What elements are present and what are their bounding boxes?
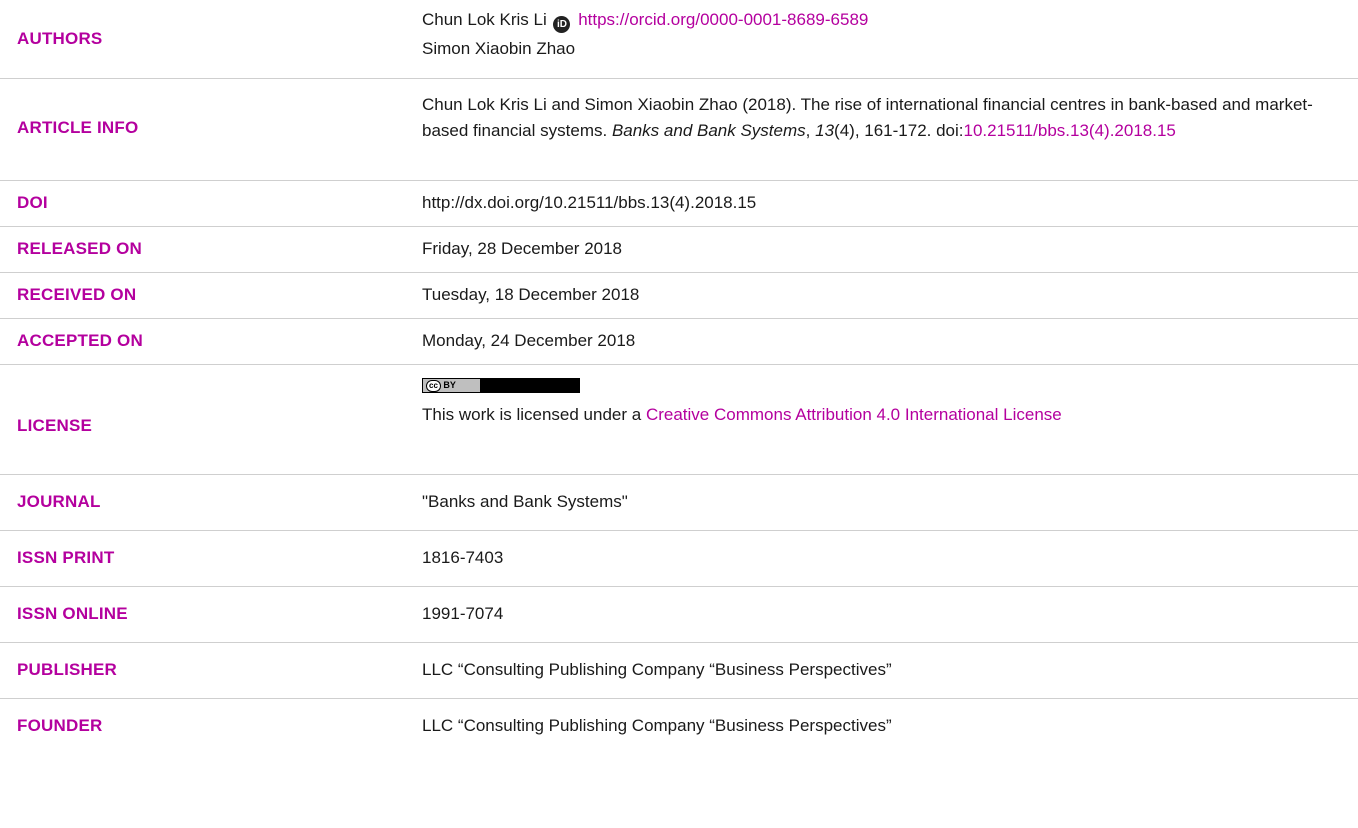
value-publisher: LLC “Consulting Publishing Company “Busi… bbox=[422, 660, 892, 679]
license-text: This work is licensed under a bbox=[422, 405, 642, 424]
citation-doi-link[interactable]: 10.21511/bbs.13(4).2018.15 bbox=[964, 121, 1176, 140]
value-issn-print: 1816-7403 bbox=[422, 548, 504, 567]
label-founder: FOUNDER bbox=[17, 716, 103, 735]
orcid-icon: iD bbox=[553, 16, 571, 33]
row-journal: JOURNAL "Banks and Bank Systems" bbox=[0, 474, 1358, 531]
cc-badge-text: cc bbox=[426, 380, 441, 392]
label-journal: JOURNAL bbox=[17, 492, 101, 511]
row-received-on: RECEIVED ON Tuesday, 18 December 2018 bbox=[0, 272, 1358, 319]
value-accepted-on: Monday, 24 December 2018 bbox=[422, 331, 636, 350]
value-article-info: Chun Lok Kris Li and Simon Xiaobin Zhao … bbox=[422, 92, 1342, 144]
citation-journal: Banks and Bank Systems bbox=[611, 121, 806, 140]
value-issn-online: 1991-7074 bbox=[422, 604, 504, 623]
label-accepted-on: ACCEPTED ON bbox=[17, 331, 143, 350]
label-issn-online: ISSN ONLINE bbox=[17, 604, 128, 623]
row-issn-print: ISSN PRINT 1816-7403 bbox=[0, 530, 1358, 587]
label-license: LICENSE bbox=[17, 416, 93, 435]
value-journal: "Banks and Bank Systems" bbox=[422, 492, 628, 511]
author-name: Simon Xiaobin Zhao bbox=[422, 39, 576, 58]
row-founder: FOUNDER LLC “Consulting Publishing Compa… bbox=[0, 698, 1358, 754]
row-doi: DOI http://dx.doi.org/10.21511/bbs.13(4)… bbox=[0, 180, 1358, 227]
row-publisher: PUBLISHER LLC “Consulting Publishing Com… bbox=[0, 642, 1358, 699]
label-issn-print: ISSN PRINT bbox=[17, 548, 115, 567]
orcid-link[interactable]: https://orcid.org/0000-0001-8689-6589 bbox=[578, 10, 868, 29]
row-article-info: ARTICLE INFO Chun Lok Kris Li and Simon … bbox=[0, 78, 1358, 181]
value-license: cc BY This work is licensed under a Crea… bbox=[422, 376, 1342, 428]
label-received-on: RECEIVED ON bbox=[17, 285, 137, 304]
value-founder: LLC “Consulting Publishing Company “Busi… bbox=[422, 716, 892, 735]
value-doi: http://dx.doi.org/10.21511/bbs.13(4).201… bbox=[422, 193, 757, 212]
citation-separator: , bbox=[805, 121, 811, 140]
author-name: Chun Lok Kris Li bbox=[422, 10, 547, 29]
value-released-on: Friday, 28 December 2018 bbox=[422, 239, 623, 258]
value-received-on: Tuesday, 18 December 2018 bbox=[422, 285, 640, 304]
license-link[interactable]: Creative Commons Attribution 4.0 Interna… bbox=[646, 405, 1062, 424]
label-publisher: PUBLISHER bbox=[17, 660, 118, 679]
row-license: LICENSE cc BY This work is licensed unde… bbox=[0, 364, 1358, 475]
row-authors: AUTHORS Chun Lok Kris Li iD https://orci… bbox=[0, 0, 1358, 79]
label-doi: DOI bbox=[17, 193, 48, 212]
citation-volume: 13 bbox=[815, 121, 835, 140]
label-released-on: RELEASED ON bbox=[17, 239, 142, 258]
row-released-on: RELEASED ON Friday, 28 December 2018 bbox=[0, 226, 1358, 273]
value-authors: Chun Lok Kris Li iD https://orcid.org/00… bbox=[422, 5, 1348, 63]
row-accepted-on: ACCEPTED ON Monday, 24 December 2018 bbox=[0, 318, 1358, 365]
citation-issue-pages: (4), 161-172. doi: bbox=[834, 121, 964, 140]
label-article-info: ARTICLE INFO bbox=[17, 118, 139, 137]
row-issn-online: ISSN ONLINE 1991-7074 bbox=[0, 586, 1358, 643]
label-authors: AUTHORS bbox=[17, 29, 103, 48]
by-badge-text: BY bbox=[443, 380, 456, 390]
cc-by-badge[interactable]: cc BY bbox=[422, 378, 580, 393]
